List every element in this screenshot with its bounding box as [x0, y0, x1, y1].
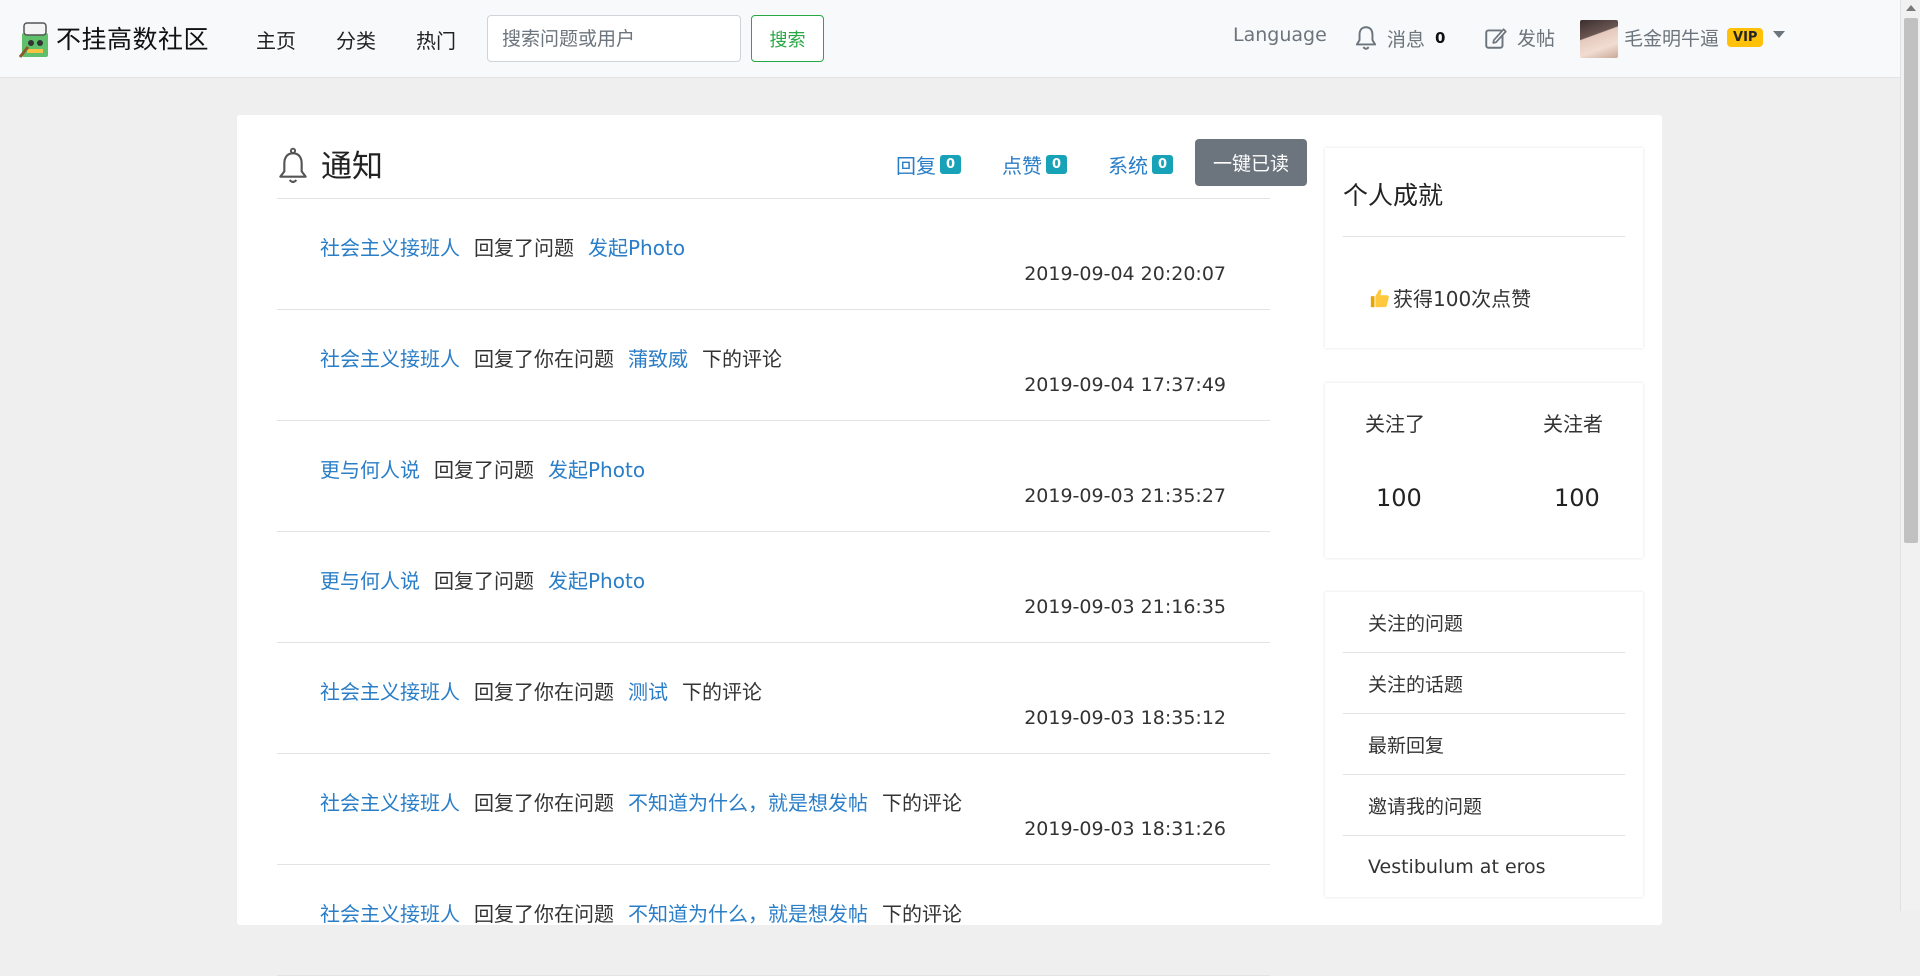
edit-icon [1485, 27, 1507, 49]
vip-badge: VIP [1727, 28, 1764, 47]
notification-suffix: 下的评论 [882, 791, 962, 815]
sidebar-links-card: 关注的问题 关注的话题 最新回复 邀请我的问题 Vestibulum at er… [1325, 592, 1643, 897]
nav-link-popular[interactable]: 热门 [416, 25, 456, 54]
notification-target-link[interactable]: 测试 [628, 676, 668, 705]
followers-label: 关注者 [1543, 412, 1603, 436]
notification-target-link[interactable]: 蒲致威 [628, 343, 688, 372]
scroll-thumb[interactable] [1904, 18, 1918, 543]
list-item: 更与何人说 回复了问题 发起Photo 2019-09-03 21:35:27 [277, 421, 1270, 532]
follow-stats-card: 关注了 关注者 100 100 [1325, 383, 1643, 558]
list-item: 社会主义接班人 回复了你在问题 蒲致威 下的评论 2019-09-04 17:3… [277, 310, 1270, 421]
notification-action: 回复了你在问题 [474, 902, 614, 926]
list-item: 社会主义接班人 回复了你在问题 不知道为什么，就是想发帖 下的评论 [277, 865, 1270, 976]
notification-suffix: 下的评论 [682, 680, 762, 704]
messages-count: 0 [1435, 29, 1446, 47]
brand-name: 不挂高数社区 [56, 25, 210, 54]
notification-action: 回复了你在问题 [474, 791, 614, 815]
notification-user-link[interactable]: 社会主义接班人 [320, 898, 460, 927]
notification-suffix: 下的评论 [882, 902, 962, 926]
tab-likes[interactable]: 点赞 0 [1002, 150, 1068, 179]
messages-link[interactable]: 消息 0 [1353, 24, 1445, 52]
main-content-card: 通知 回复 0 点赞 0 系统 0 一键已读 社会主义接班人 回复了问题 发起P… [237, 115, 1662, 976]
followers-count[interactable]: 100 [1554, 484, 1600, 512]
notification-action: 回复了问题 [434, 458, 534, 482]
bell-icon [1355, 26, 1377, 50]
following-label: 关注了 [1365, 412, 1425, 436]
notification-action: 回复了问题 [474, 236, 574, 260]
notification-target-link[interactable]: 不知道为什么，就是想发帖 [628, 787, 868, 816]
sidebar-item-vestibulum[interactable]: Vestibulum at eros [1343, 836, 1625, 897]
notification-user-link[interactable]: 更与何人说 [320, 565, 420, 594]
tab-system[interactable]: 系统 0 [1108, 150, 1174, 179]
following-count[interactable]: 100 [1376, 484, 1422, 512]
tab-count-badge: 0 [940, 155, 962, 174]
brand-logo-icon [18, 22, 48, 58]
tab-label: 点赞 [1002, 154, 1042, 178]
notifications-header: 通知 回复 0 点赞 0 系统 0 一键已读 [277, 139, 1307, 199]
list-item: 社会主义接班人 回复了你在问题 测试 下的评论 2019-09-03 18:35… [277, 643, 1270, 754]
list-item: 社会主义接班人 回复了问题 发起Photo 2019-09-04 20:20:0… [277, 199, 1270, 310]
user-menu[interactable]: 毛金明牛逼 VIP [1624, 24, 1786, 51]
new-post-label: 发帖 [1517, 28, 1556, 50]
sidebar-item-followed-topics[interactable]: 关注的话题 [1343, 653, 1625, 714]
divider [1343, 236, 1625, 237]
nav-link-categories[interactable]: 分类 [336, 25, 376, 54]
achievement-text: 获得100次点赞 [1393, 287, 1532, 311]
notification-time: 2019-09-04 20:20:07 [1024, 263, 1226, 285]
tab-count-badge: 0 [1046, 155, 1068, 174]
sidebar-item-latest-replies[interactable]: 最新回复 [1343, 714, 1625, 775]
achievement-item: 获得100次点赞 [1369, 283, 1531, 312]
notification-user-link[interactable]: 更与何人说 [320, 454, 420, 483]
notification-time: 2019-09-03 21:16:35 [1024, 596, 1226, 618]
notification-time: 2019-09-04 17:37:49 [1024, 374, 1226, 396]
search-input[interactable] [487, 15, 741, 62]
scroll-up-arrow-icon[interactable] [1906, 5, 1916, 11]
username: 毛金明牛逼 [1624, 28, 1720, 50]
tab-replies[interactable]: 回复 0 [896, 150, 962, 179]
language-menu[interactable]: Language [1233, 24, 1327, 46]
page-scrollbar[interactable] [1900, 0, 1920, 911]
nav-link-home[interactable]: 主页 [256, 25, 296, 54]
notification-user-link[interactable]: 社会主义接班人 [320, 787, 460, 816]
notification-user-link[interactable]: 社会主义接班人 [320, 343, 460, 372]
notification-target-link[interactable]: 不知道为什么，就是想发帖 [628, 898, 868, 927]
top-navbar: 不挂高数社区 主页 分类 热门 搜索 Language 消息 0 发帖 毛金明牛… [0, 0, 1900, 78]
mark-all-read-button[interactable]: 一键已读 [1195, 139, 1307, 186]
notification-time: 2019-09-03 18:31:26 [1024, 818, 1226, 840]
notification-target-link[interactable]: 发起Photo [548, 565, 645, 594]
tab-count-badge: 0 [1152, 155, 1174, 174]
new-post-link[interactable]: 发帖 [1483, 24, 1555, 51]
thumbs-up-icon [1370, 288, 1389, 307]
notification-user-link[interactable]: 社会主义接班人 [320, 676, 460, 705]
sidebar-item-followed-questions[interactable]: 关注的问题 [1343, 592, 1625, 653]
notification-suffix: 下的评论 [702, 347, 782, 371]
notification-list: 社会主义接班人 回复了问题 发起Photo 2019-09-04 20:20:0… [277, 199, 1270, 976]
achievements-card: 个人成就 获得100次点赞 [1325, 148, 1643, 348]
notification-target-link[interactable]: 发起Photo [588, 232, 685, 261]
notification-user-link[interactable]: 社会主义接班人 [320, 232, 460, 261]
page-title: 通知 [321, 149, 383, 185]
brand[interactable]: 不挂高数社区 [18, 16, 209, 60]
tab-label: 回复 [896, 154, 936, 178]
caret-down-icon [1773, 31, 1786, 38]
notification-action: 回复了你在问题 [474, 680, 614, 704]
list-item: 更与何人说 回复了问题 发起Photo 2019-09-03 21:16:35 [277, 532, 1270, 643]
sidebar-item-invited-questions[interactable]: 邀请我的问题 [1343, 775, 1625, 836]
search-button[interactable]: 搜索 [751, 15, 824, 62]
notification-action: 回复了你在问题 [474, 347, 614, 371]
bell-large-icon [279, 147, 307, 184]
messages-label: 消息 [1387, 28, 1426, 51]
notification-time: 2019-09-03 21:35:27 [1024, 485, 1226, 507]
achievements-title: 个人成就 [1343, 181, 1444, 210]
tab-label: 系统 [1108, 154, 1148, 178]
notification-action: 回复了问题 [434, 569, 534, 593]
avatar[interactable] [1580, 20, 1618, 58]
list-item: 社会主义接班人 回复了你在问题 不知道为什么，就是想发帖 下的评论 2019-0… [277, 754, 1270, 865]
notification-target-link[interactable]: 发起Photo [548, 454, 645, 483]
notification-time: 2019-09-03 18:35:12 [1024, 707, 1226, 729]
